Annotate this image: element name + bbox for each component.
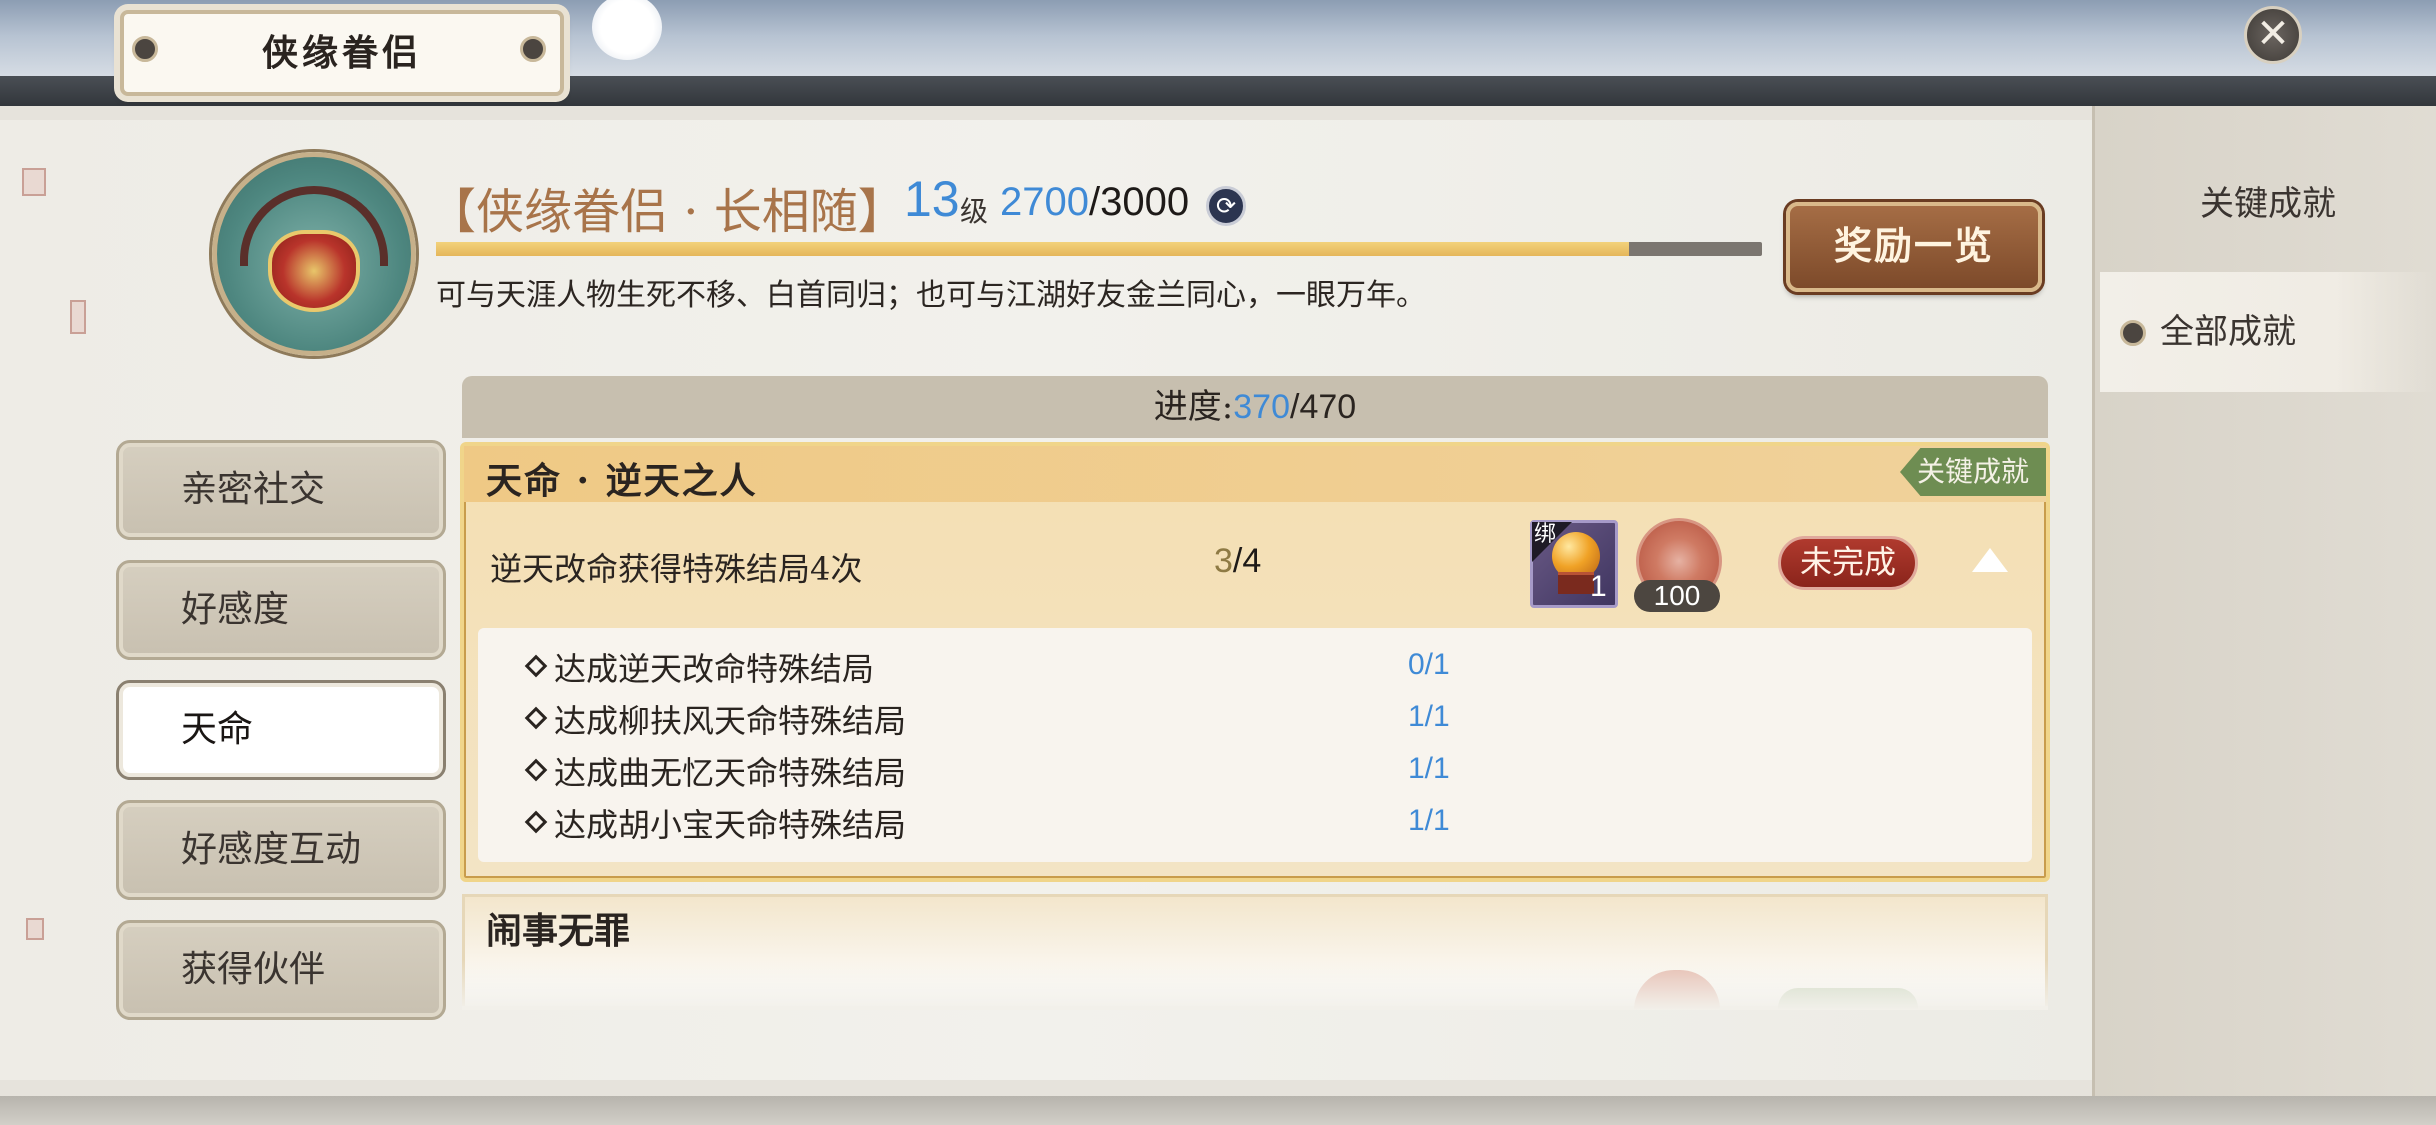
bottom-bar xyxy=(0,1096,2436,1125)
achievement-title: 【侠缘眷侣 · 长相随】 xyxy=(428,184,906,240)
tab-all-achievements[interactable]: 全部成就 xyxy=(2100,272,2436,392)
tab-key-achievements[interactable]: 关键成就 xyxy=(2100,144,2436,264)
close-button[interactable]: ✕ xyxy=(2244,6,2302,64)
sub-task-progress: 0/1 xyxy=(1408,648,1450,681)
key-achievement-badge: 关键成就 xyxy=(1900,448,2046,496)
category-intimate-social[interactable]: 亲密社交 xyxy=(116,440,446,540)
progress-total: /470 xyxy=(1290,388,1357,426)
status-badge: 未完成 xyxy=(1778,536,1918,590)
orb-stand-icon xyxy=(1558,572,1594,594)
sub-task-progress: 1/1 xyxy=(1408,804,1450,837)
seal-stamp-icon xyxy=(70,300,86,334)
task-progress: 3/4 xyxy=(1214,542,1261,581)
task-name: 逆天改命获得特殊结局4次 xyxy=(490,550,863,588)
sub-task-label: 达成柳扶风天命特殊结局 xyxy=(554,702,907,740)
achievement-description: 可与天涯人物生死不移、白首同归；也可与江湖好友金兰同心，一眼万年。 xyxy=(436,278,1426,313)
reward-coin-count: 100 xyxy=(1634,580,1720,612)
achievement-card-title: 天命 · 逆天之人 xyxy=(486,460,758,502)
reward-overview-button[interactable]: 奖励一览 xyxy=(1786,202,2042,292)
achievement-card-title: 闹事无罪 xyxy=(486,910,631,952)
reward-item-count: 1 xyxy=(1590,570,1607,603)
sub-task-label: 达成曲无忆天命特殊结局 xyxy=(554,754,907,792)
longevity-lock-icon xyxy=(268,230,360,312)
category-affection[interactable]: 好感度 xyxy=(116,560,446,660)
scroll-fade xyxy=(462,960,2048,1010)
achievement-exp: 2700/3000 xyxy=(1000,180,1189,225)
active-tab-marker-icon xyxy=(2120,320,2146,346)
sub-task-progress: 1/1 xyxy=(1408,700,1450,733)
exp-current: 2700 xyxy=(1000,180,1089,224)
window-title: 侠缘眷侣 xyxy=(261,32,422,74)
sub-task-label: 达成胡小宝天命特殊结局 xyxy=(554,806,907,844)
category-obtain-partner[interactable]: 获得伙伴 xyxy=(116,920,446,1020)
progress-current: 370 xyxy=(1233,388,1290,426)
exp-progress-fill xyxy=(436,242,1630,256)
collapse-arrow-icon[interactable] xyxy=(1972,548,2008,572)
exp-coin-icon: ⟳ xyxy=(1206,186,1246,226)
exp-progress-bar xyxy=(436,242,1762,256)
progress-label: 进度: xyxy=(1153,387,1234,427)
seal-stamp-icon xyxy=(26,918,44,940)
task-progress-current: 3 xyxy=(1214,542,1233,580)
exp-total: /3000 xyxy=(1088,180,1190,224)
close-icon: ✕ xyxy=(2256,11,2290,57)
level-unit: 级 xyxy=(960,195,989,228)
task-progress-total: /4 xyxy=(1232,542,1262,580)
seal-stamp-icon xyxy=(22,168,46,196)
category-destiny[interactable]: 天命 xyxy=(116,680,446,780)
category-affection-interaction[interactable]: 好感度互动 xyxy=(116,800,446,900)
sub-task-progress: 1/1 xyxy=(1408,752,1450,785)
sub-task-label: 达成逆天改命特殊结局 xyxy=(554,650,875,688)
achievement-level: 13 xyxy=(904,171,960,227)
overall-progress: 进度:370/470 xyxy=(462,376,2048,438)
